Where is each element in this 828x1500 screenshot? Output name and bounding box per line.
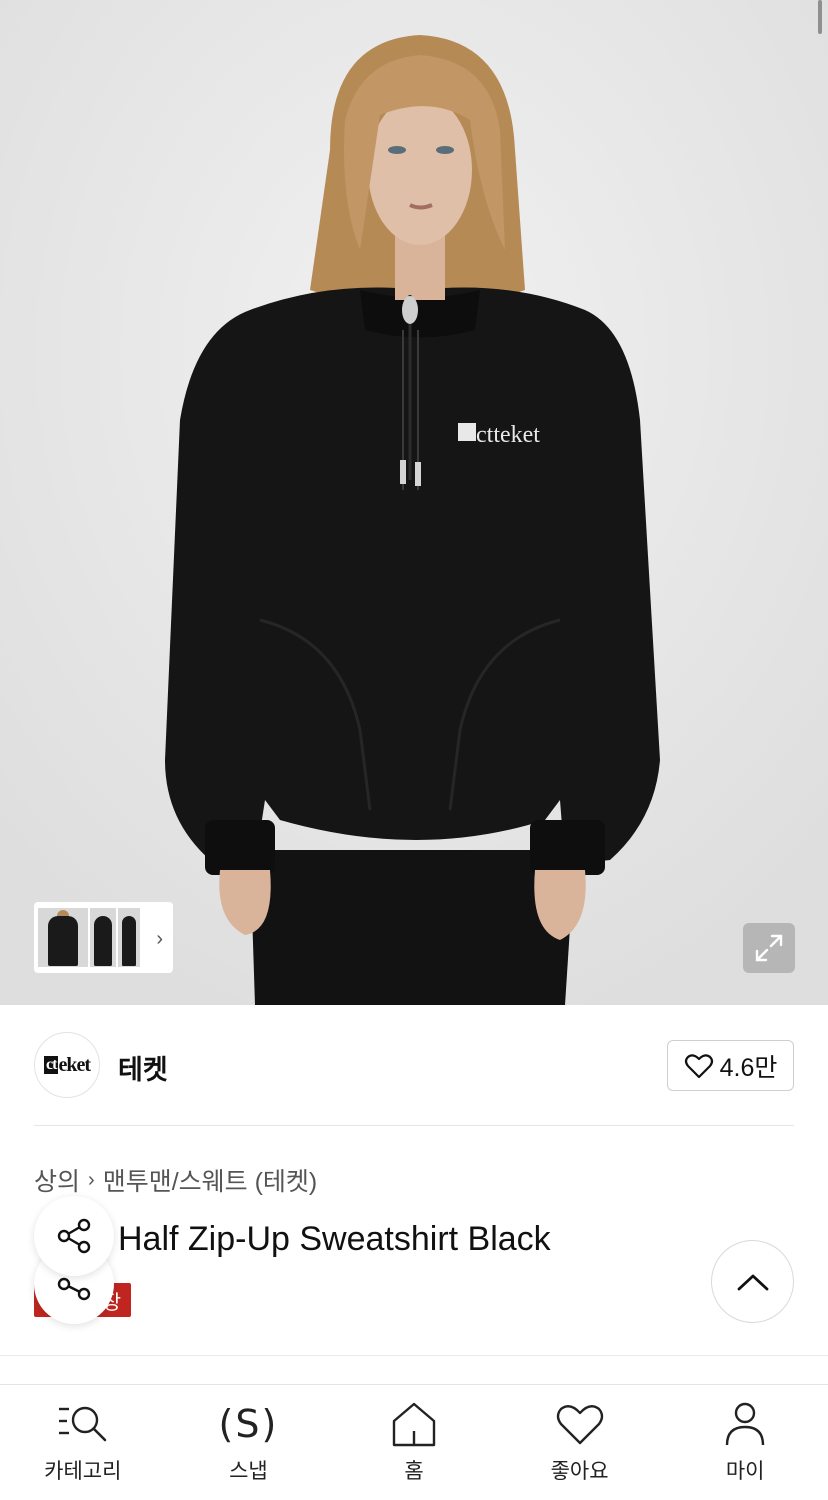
breadcrumb: 상의 › 맨투맨/스웨트 (테켓) [34, 1162, 317, 1198]
brand-name[interactable]: 테켓 [118, 1048, 168, 1087]
brand-like-button[interactable]: 4.6만 [667, 1040, 794, 1091]
heart-icon [556, 1405, 603, 1445]
thumbnail-3[interactable] [118, 908, 140, 967]
person-icon [725, 1402, 765, 1446]
breadcrumb-subcategory[interactable]: 맨투맨/스웨트 (테켓) [103, 1162, 318, 1198]
nav-item-likes[interactable]: 좋아요 [497, 1385, 663, 1500]
share-button[interactable] [34, 1196, 114, 1276]
home-icon [392, 1402, 436, 1447]
brand-logo[interactable]: ct eket [34, 1032, 100, 1098]
thumbnail-1[interactable] [38, 908, 88, 967]
nav-item-snap[interactable]: (S) 스냅 [166, 1385, 332, 1500]
snap-icon: (S) [218, 1402, 279, 1446]
model-photo: ctteket [0, 0, 828, 1005]
breadcrumb-category[interactable]: 상의 [34, 1162, 80, 1198]
thumbnail-strip[interactable]: › [34, 902, 173, 973]
nav-item-my[interactable]: 마이 [662, 1385, 828, 1500]
product-hero-image[interactable]: ctteket › [0, 0, 828, 1005]
thumbnail-2[interactable] [90, 908, 116, 967]
scroll-top-button[interactable] [711, 1240, 794, 1323]
bottom-nav: 카테고리 (S) 스냅 홈 좋아요 마이 [0, 1384, 828, 1500]
scroll-indicator [818, 0, 822, 34]
like-count: 4.6만 [719, 1053, 778, 1082]
nav-item-home[interactable]: 홈 [331, 1385, 497, 1500]
shirt-logo-text: ctteket [476, 422, 540, 448]
divider [34, 1125, 794, 1126]
chevron-up-icon [737, 1274, 768, 1290]
chevron-right-icon[interactable]: › [156, 928, 163, 951]
share-icon [57, 1218, 91, 1254]
chevron-right-icon: › [88, 1168, 95, 1191]
expand-icon[interactable] [743, 923, 795, 973]
heart-icon [684, 1053, 713, 1078]
nav-item-category[interactable]: 카테고리 [0, 1385, 166, 1500]
product-title: Half Zip-Up Sweatshirt Black [118, 1220, 551, 1258]
category-search-icon [58, 1406, 107, 1442]
divider [0, 1355, 828, 1356]
